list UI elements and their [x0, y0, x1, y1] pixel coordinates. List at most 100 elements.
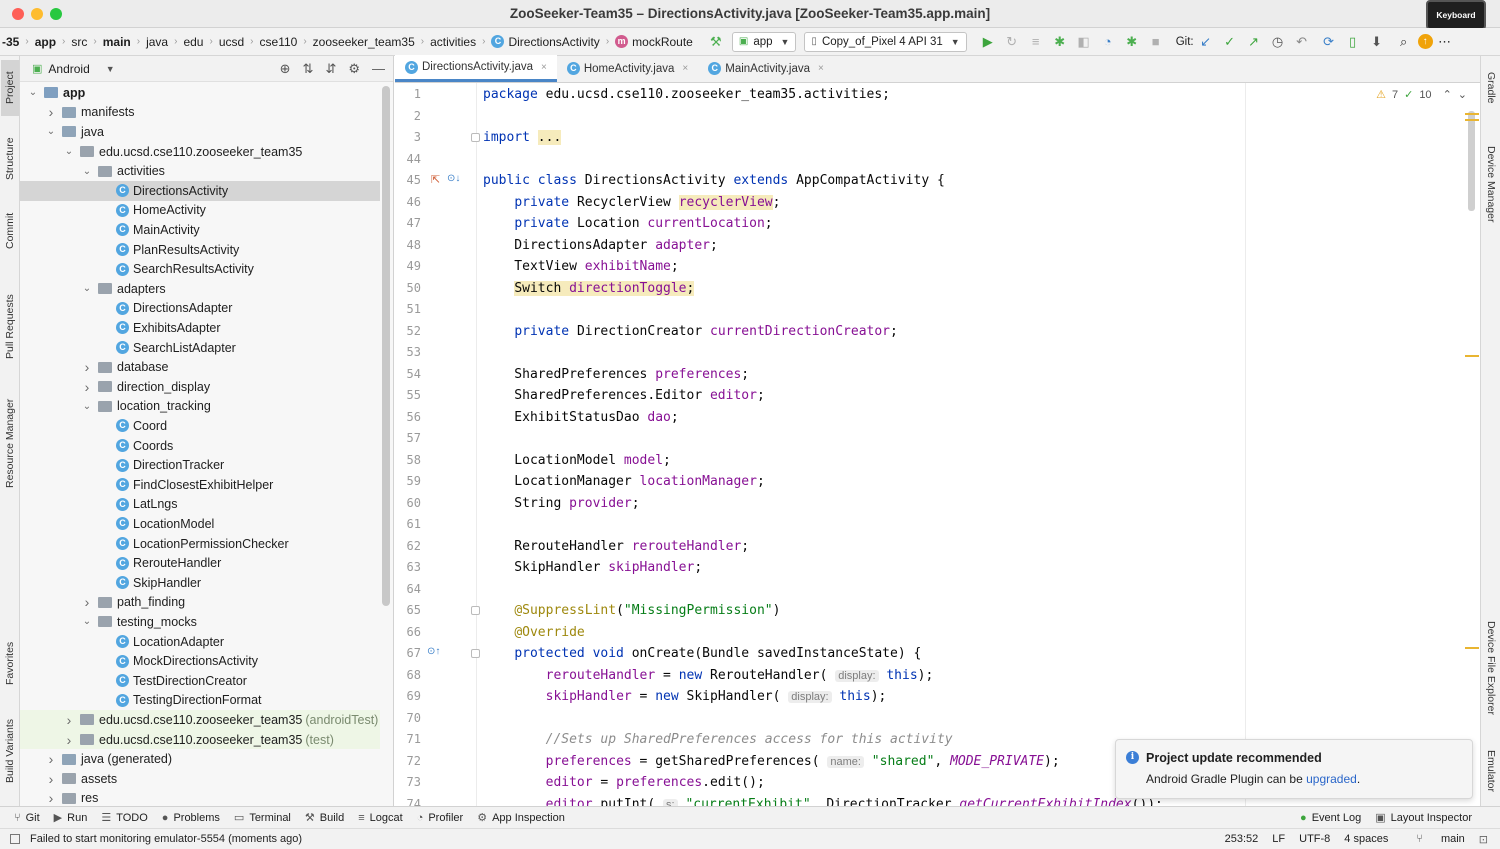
tree-item[interactable]: C RerouteHandler	[20, 553, 380, 573]
tree-scrollbar[interactable]	[382, 86, 390, 606]
code-line[interactable]: String provider;	[483, 493, 639, 515]
tool-window-todo[interactable]: ☰ TODO	[101, 811, 147, 825]
tab-pull-requests[interactable]: Pull Requests	[1, 284, 19, 370]
breadcrumb-item[interactable]: app	[35, 35, 56, 49]
file-encoding[interactable]: UTF-8	[1299, 833, 1330, 845]
code-line[interactable]: DirectionsAdapter adapter;	[483, 235, 718, 257]
tree-item[interactable]: › assets	[20, 769, 380, 789]
tree-item[interactable]: C MainActivity	[20, 220, 380, 240]
tree-item[interactable]: C Coords	[20, 436, 380, 456]
tab-build-variants[interactable]: Build Variants	[1, 712, 19, 790]
tab-commit[interactable]: Commit	[1, 206, 19, 256]
sync-gradle-icon[interactable]: ⟳	[1320, 34, 1338, 50]
tab-gradle[interactable]: Gradle	[1482, 62, 1500, 114]
tool-window-app-inspection[interactable]: ⚙ App Inspection	[477, 811, 565, 825]
breadcrumb-item[interactable]: m mockRoute	[615, 35, 693, 49]
chevron-down-icon[interactable]: ⌄	[80, 166, 94, 177]
tree-item[interactable]: ⌄ adapters	[20, 279, 380, 299]
previous-highlight-icon[interactable]: ⌃	[1443, 88, 1452, 101]
tree-item[interactable]: C SearchListAdapter	[20, 338, 380, 358]
chevron-down-icon[interactable]: ⌄	[80, 616, 94, 627]
tab-device-manager[interactable]: Device Manager	[1482, 134, 1500, 234]
breadcrumb-item[interactable]: src	[71, 35, 87, 49]
git-push-icon[interactable]: ↗	[1245, 34, 1263, 50]
hide-panel-icon[interactable]: —	[372, 61, 385, 76]
tree-item[interactable]: C LocationModel	[20, 514, 380, 534]
tree-item[interactable]: C MockDirectionsActivity	[20, 651, 380, 671]
run-icon[interactable]: ▶	[979, 34, 997, 50]
tab-emulator[interactable]: Emulator	[1482, 740, 1500, 802]
scroll-marker[interactable]	[1465, 355, 1479, 357]
override-marker-icon[interactable]: ⊙↑	[427, 646, 440, 657]
make-project-icon[interactable]: ⚒	[707, 34, 725, 50]
close-tab-icon[interactable]: ×	[818, 63, 824, 74]
tree-item[interactable]: C ExhibitsAdapter	[20, 318, 380, 338]
coverage-icon[interactable]: ◧	[1075, 34, 1093, 50]
breadcrumb-item[interactable]: cse110	[260, 35, 298, 49]
gear-icon[interactable]: ⚙	[348, 61, 360, 77]
tool-windows-icon[interactable]	[10, 834, 20, 844]
scroll-marker[interactable]	[1465, 113, 1479, 115]
chevron-down-icon[interactable]: ⌄	[26, 87, 40, 98]
tool-window-build[interactable]: ⚒ Build	[305, 811, 344, 825]
lock-icon[interactable]: ⊡	[1479, 833, 1488, 846]
chevron-down-icon[interactable]: ⌄	[80, 283, 94, 294]
code-line[interactable]: private RecyclerView recyclerView;	[483, 192, 780, 214]
settings-icon[interactable]: ⋯	[1436, 34, 1454, 50]
breadcrumb-item[interactable]: zooseeker_team35	[313, 35, 415, 49]
fold-icon[interactable]	[471, 649, 480, 658]
tree-item[interactable]: › database	[20, 357, 380, 377]
tree-item[interactable]: › edu.ucsd.cse110.zooseeker_team35 (androi…	[20, 710, 380, 730]
tree-item[interactable]: C Coord	[20, 416, 380, 436]
code-line[interactable]: ExhibitStatusDao dao;	[483, 407, 678, 429]
git-branch[interactable]: ⑂ main	[1402, 833, 1464, 845]
breadcrumb-item[interactable]: ucsd	[219, 35, 244, 49]
rollback-icon[interactable]: ↶	[1293, 34, 1311, 50]
tool-window-logcat[interactable]: ≡ Logcat	[358, 812, 402, 824]
next-highlight-icon[interactable]: ⌄	[1458, 88, 1467, 101]
editor-scrollbar[interactable]	[1468, 111, 1475, 211]
locate-icon[interactable]: ⊕	[280, 61, 291, 77]
tab-resource-manager[interactable]: Resource Manager	[1, 388, 19, 498]
tree-item[interactable]: C HomeActivity	[20, 201, 380, 221]
tree-item[interactable]: C SearchResultsActivity	[20, 259, 380, 279]
breadcrumb-item[interactable]: java	[146, 35, 168, 49]
chevron-right-icon[interactable]: ›	[62, 732, 76, 748]
expand-all-icon[interactable]: ⇅	[303, 61, 314, 77]
search-icon[interactable]: ⌕	[1395, 34, 1413, 50]
tree-item[interactable]: › edu.ucsd.cse110.zooseeker_team35 (test)	[20, 729, 380, 750]
code-line[interactable]: editor = preferences.edit();	[483, 772, 765, 794]
code-line[interactable]: LocationModel model;	[483, 450, 671, 472]
indent-setting[interactable]: 4 spaces	[1344, 833, 1388, 845]
code-line[interactable]: @SuppressLint("MissingPermission")	[483, 600, 780, 622]
tree-item[interactable]: › manifests	[20, 103, 380, 123]
breadcrumb-item[interactable]: activities	[430, 35, 476, 49]
chevron-right-icon[interactable]: ›	[44, 104, 58, 120]
caret-position[interactable]: 253:52	[1225, 833, 1259, 845]
sdk-manager-icon[interactable]: ⬇	[1368, 34, 1386, 50]
apply-code-changes-icon[interactable]: ≡	[1027, 34, 1045, 49]
git-commit-icon[interactable]: ✓	[1221, 34, 1239, 50]
code-line[interactable]: @Override	[483, 622, 584, 644]
tree-item[interactable]: C PlanResultsActivity	[20, 240, 380, 260]
scroll-marker[interactable]	[1465, 647, 1479, 649]
tree-item[interactable]: ⌄ activities	[20, 161, 380, 181]
code-line[interactable]: public class DirectionsActivity extends …	[483, 170, 945, 192]
code-line[interactable]: protected void onCreate(Bundle savedInst…	[483, 643, 921, 665]
notification-balloon[interactable]: i Project update recommended Android Gra…	[1115, 739, 1473, 799]
chevron-right-icon[interactable]: ›	[80, 594, 94, 610]
chevron-down-icon[interactable]: ▼	[106, 64, 115, 74]
code-line[interactable]: RerouteHandler rerouteHandler;	[483, 536, 749, 558]
code-line[interactable]: editor.putInt( s: "currentExhibit", Dire…	[483, 794, 1163, 806]
tree-item[interactable]: C DirectionsActivity	[20, 181, 380, 201]
code-line[interactable]: SharedPreferences preferences;	[483, 364, 749, 386]
tab-favorites[interactable]: Favorites	[1, 634, 19, 692]
chevron-right-icon[interactable]: ›	[80, 359, 94, 375]
code-line[interactable]: rerouteHandler = new RerouteHandler( dis…	[483, 665, 934, 687]
attach-debugger-icon[interactable]: ✱	[1123, 34, 1141, 50]
tree-item[interactable]: C LocationAdapter	[20, 632, 380, 652]
breadcrumb-item[interactable]: -35	[2, 35, 19, 49]
collapse-all-icon[interactable]: ⇵	[325, 61, 336, 77]
tree-item[interactable]: ⌄ java	[20, 122, 380, 142]
implemented-icon[interactable]: ⇱	[431, 173, 440, 186]
